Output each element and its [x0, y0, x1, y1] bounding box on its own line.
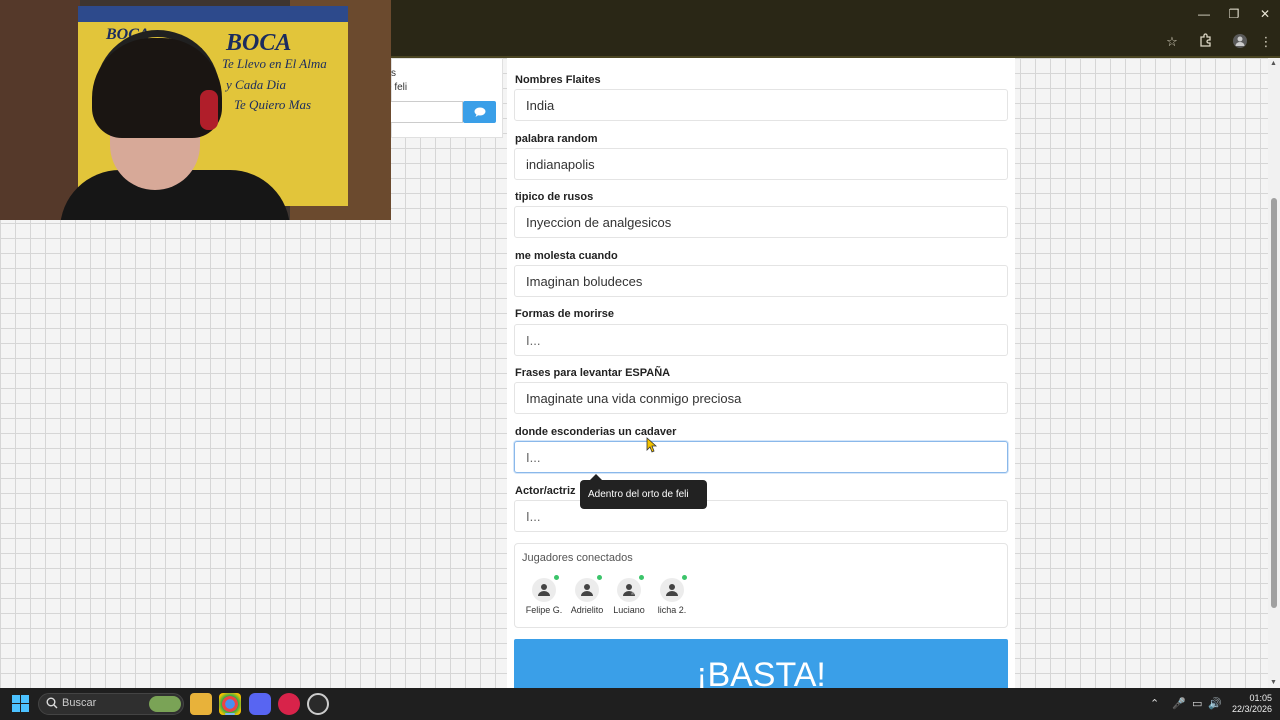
webcam-overlay: BOCA BOCA Te Llevo en El Alma y Cada Dia…: [0, 0, 391, 220]
minimize-button[interactable]: —: [1189, 4, 1219, 24]
profile-icon[interactable]: [1230, 33, 1250, 51]
avatar: [575, 575, 602, 602]
banner-text: y Cada Dia: [226, 77, 286, 92]
windows-logo-icon: [21, 704, 29, 712]
input-me-molesta-cuando[interactable]: [514, 265, 1008, 297]
online-status-dot: [554, 575, 559, 580]
field-label-me-molesta-cuando: me molesta cuando: [515, 250, 618, 262]
field-label-nombres-flaites: Nombres Flaites: [515, 74, 601, 86]
clock-time: 01:05: [1249, 693, 1272, 703]
field-label-formas-de-morirse: Formas de morirse: [515, 308, 615, 320]
banner-text: Te Quiero Mas: [234, 97, 312, 112]
chrome-icon[interactable]: [219, 693, 241, 715]
field-label-tipico-de-rusos: tipico de rusos: [515, 191, 594, 203]
wood-wall: [0, 0, 80, 220]
user-star-icon: [623, 584, 635, 596]
windows-logo-icon: [21, 695, 29, 703]
headphone: [200, 90, 218, 130]
user-icon: [666, 584, 678, 596]
tray-chevron-icon[interactable]: ⌃: [1150, 697, 1159, 710]
clock-date: 22/3/2026: [1231, 704, 1272, 714]
online-status-dot: [597, 575, 602, 580]
field-label-actor-actriz: Actor/actriz: [515, 485, 576, 497]
puzzle-icon: [1200, 33, 1211, 47]
windows-logo-icon: [12, 704, 20, 712]
avatar: [660, 575, 687, 602]
display-icon[interactable]: ▭: [1192, 697, 1202, 710]
user-icon: [538, 584, 550, 596]
field-label-frases-espana: Frases para levantar ESPAÑA: [515, 367, 671, 379]
player-name: licha 2.: [657, 605, 687, 615]
volume-icon[interactable]: 🔊: [1208, 697, 1222, 710]
restore-button[interactable]: ❐: [1219, 4, 1249, 24]
taskbar-clock[interactable]: 01:05 22/3/2026: [1226, 693, 1272, 715]
player-card: licha 2.: [647, 575, 697, 615]
banner-text: Te Llevo en El Alma: [222, 56, 327, 71]
suggestion-tooltip[interactable]: Adentro del orto de feli: [580, 480, 707, 509]
input-palabra-random[interactable]: [514, 148, 1008, 180]
banner-stripe: [78, 6, 348, 22]
input-donde-esconderias[interactable]: [514, 441, 1008, 473]
discord-icon[interactable]: [249, 693, 271, 715]
avatar: [617, 575, 644, 602]
online-status-dot: [682, 575, 687, 580]
input-frases-espana[interactable]: [514, 382, 1008, 414]
input-tipico-de-rusos[interactable]: [514, 206, 1008, 238]
extensions-icon[interactable]: [1196, 33, 1216, 51]
bookmark-star-icon[interactable]: ☆: [1162, 33, 1182, 51]
players-title: Jugadores conectados: [522, 552, 633, 564]
field-label-palabra-random: palabra random: [515, 133, 598, 145]
chat-message: s: [391, 68, 396, 79]
profile-avatar-icon: [1233, 34, 1247, 48]
search-icon: [46, 697, 58, 709]
taskbar-search-placeholder: Buscar: [62, 697, 97, 709]
scroll-up-arrow-icon[interactable]: ▲: [1270, 60, 1277, 67]
user-icon: [581, 584, 593, 596]
close-button[interactable]: ✕: [1250, 4, 1280, 24]
scroll-thumb[interactable]: [1271, 198, 1277, 608]
chat-input[interactable]: [391, 101, 463, 123]
menu-kebab-icon[interactable]: ⋮: [1256, 33, 1276, 51]
start-button[interactable]: [12, 695, 30, 713]
media-player-icon[interactable]: [278, 693, 300, 715]
avatar: [532, 575, 559, 602]
input-nombres-flaites[interactable]: [514, 89, 1008, 121]
basta-button[interactable]: ¡BASTA!: [514, 639, 1008, 694]
file-explorer-icon[interactable]: [190, 693, 212, 715]
chat-panel: [391, 58, 503, 138]
page-scrollbar[interactable]: ▲ ▼: [1268, 58, 1280, 688]
microphone-icon[interactable]: 🎤: [1172, 697, 1186, 710]
scroll-down-arrow-icon[interactable]: ▼: [1270, 679, 1277, 686]
app-icon[interactable]: [307, 693, 329, 715]
online-status-dot: [639, 575, 644, 580]
chat-send-button[interactable]: [463, 101, 496, 123]
active-app-indicator: [225, 713, 235, 715]
mouse-cursor-icon: [646, 437, 658, 453]
search-highlight-image: [149, 696, 181, 712]
banner-text: BOCA: [226, 30, 292, 56]
input-formas-de-morirse[interactable]: [514, 324, 1008, 356]
chat-bubble-icon: [474, 107, 485, 117]
windows-logo-icon: [12, 695, 20, 703]
